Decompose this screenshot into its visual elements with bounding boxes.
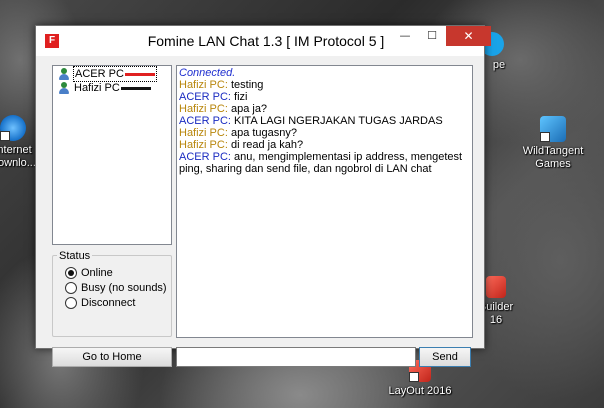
message-text: di read ja kah? xyxy=(227,139,304,151)
message-speaker: ACER PC: xyxy=(179,151,231,163)
close-button[interactable]: ✕ xyxy=(446,26,491,46)
chat-message: Hafizi PC: apa tugasny? xyxy=(179,127,470,139)
builder-icon xyxy=(486,276,506,298)
title-bar[interactable]: F Fomine LAN Chat 1.3 [ IM Protocol 5 ] … xyxy=(36,26,491,56)
wildtangent-icon xyxy=(540,116,566,142)
radio-unchecked-icon[interactable] xyxy=(65,282,77,294)
connection-status: Connected. xyxy=(179,67,236,79)
user-list-item[interactable]: Hafizi PC xyxy=(53,81,171,95)
desktop-icon-label: Downlo... xyxy=(0,157,36,169)
window-body: ACER PC Hafizi PC Status Online Busy (no… xyxy=(36,56,484,367)
message-text: fizi xyxy=(230,91,248,103)
message-speaker: Hafizi PC: xyxy=(179,103,228,115)
app-icon: F xyxy=(45,34,59,48)
go-to-home-button[interactable]: Go to Home xyxy=(52,347,172,367)
chat-log[interactable]: Connected. Hafizi PC: testing ACER PC: f… xyxy=(176,65,473,338)
maximize-button[interactable]: ☐ xyxy=(419,26,445,46)
user-icon xyxy=(58,82,70,95)
chat-message: Hafizi PC: di read ja kah? xyxy=(179,139,470,151)
radio-unchecked-icon[interactable] xyxy=(65,297,77,309)
chat-message: Hafizi PC: apa ja? xyxy=(179,103,470,115)
status-online-radio[interactable]: Online xyxy=(65,266,113,280)
user-icon xyxy=(58,68,70,81)
chat-window: F Fomine LAN Chat 1.3 [ IM Protocol 5 ] … xyxy=(35,25,491,367)
chat-message: ACER PC: fizi xyxy=(179,91,470,103)
desktop-icon-label: Games xyxy=(535,158,571,170)
user-mark xyxy=(124,72,155,76)
message-speaker: Hafizi PC: xyxy=(179,127,228,139)
radio-checked-icon[interactable] xyxy=(65,267,77,279)
ie-icon xyxy=(0,115,26,141)
status-disconnect-radio[interactable]: Disconnect xyxy=(65,296,135,310)
status-busy-radio[interactable]: Busy (no sounds) xyxy=(65,281,167,295)
status-legend: Status xyxy=(57,250,93,262)
desktop-icon-label: LayOut 2016 xyxy=(388,385,452,397)
minimize-button[interactable]: — xyxy=(392,26,418,46)
message-input[interactable] xyxy=(176,347,416,367)
user-name: Hafizi PC xyxy=(74,82,120,94)
user-list[interactable]: ACER PC Hafizi PC xyxy=(52,65,172,245)
desktop-icon-wildtangent[interactable]: WildTangent Games xyxy=(513,116,593,171)
send-button[interactable]: Send xyxy=(419,347,471,367)
message-text: apa tugasny? xyxy=(227,127,298,139)
message-text: testing xyxy=(227,79,264,91)
user-list-item[interactable]: ACER PC xyxy=(53,66,171,82)
message-text: apa ja? xyxy=(227,103,268,115)
message-speaker: ACER PC: xyxy=(179,91,231,103)
chat-message: ACER PC: anu, mengimplementasi ip addres… xyxy=(179,151,470,175)
status-group: Status Online Busy (no sounds) Disconnec… xyxy=(52,250,172,337)
radio-label: Online xyxy=(81,267,113,279)
radio-label: Disconnect xyxy=(81,297,136,309)
chat-message: ACER PC: KITA LAGI NGERJAKAN TUGAS JARDA… xyxy=(179,115,470,127)
message-speaker: ACER PC: xyxy=(179,115,231,127)
message-speaker: Hafizi PC: xyxy=(179,79,228,91)
message-speaker: Hafizi PC: xyxy=(179,139,228,151)
user-mark xyxy=(120,86,151,90)
window-title: Fomine LAN Chat 1.3 [ IM Protocol 5 ] xyxy=(147,33,385,49)
radio-label: Busy (no sounds) xyxy=(81,282,167,294)
desktop-icon-label: WildTangent xyxy=(522,145,584,157)
chat-message: Hafizi PC: testing xyxy=(179,79,470,91)
user-name: ACER PC xyxy=(75,68,124,80)
message-text: KITA LAGI NGERJAKAN TUGAS JARDAS xyxy=(230,115,443,127)
desktop-icon-label: 16 xyxy=(489,314,503,326)
desktop-icon-label: Internet xyxy=(0,144,32,156)
